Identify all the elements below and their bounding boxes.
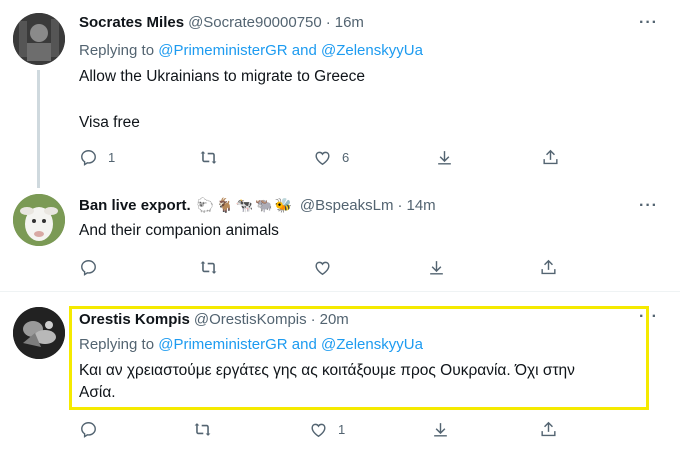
- tweet-text: And their companion animals: [79, 220, 279, 242]
- retweet-button[interactable]: [199, 258, 228, 277]
- tweet-text-line: Allow the Ukrainians to migrate to Greec…: [79, 68, 366, 85]
- avatar[interactable]: [13, 13, 65, 65]
- user-handle[interactable]: @Socrate90000750: [188, 14, 322, 31]
- tweet-text-line: And their companion animals: [79, 222, 279, 239]
- like-count: 1: [338, 422, 346, 437]
- more-icon[interactable]: ···: [639, 14, 658, 32]
- download-icon: [438, 151, 451, 165]
- thread-line: [37, 70, 40, 188]
- share-button[interactable]: [541, 148, 560, 167]
- name-emoji: 🐑 🐐 🐄 🐃 🐝: [197, 197, 292, 214]
- reply-button[interactable]: [79, 258, 108, 277]
- user-handle[interactable]: @BspeaksLm: [300, 197, 394, 214]
- buffalo-emoji-icon: 🐃: [255, 197, 273, 213]
- reply-button[interactable]: 1: [79, 148, 115, 167]
- reply-count: 1: [108, 150, 116, 165]
- share-button[interactable]: [539, 420, 558, 439]
- retweet-button[interactable]: [193, 420, 222, 439]
- like-button[interactable]: 6: [313, 148, 349, 167]
- cow-emoji-icon: 🐄: [235, 197, 254, 213]
- tweet-actions: 1: [79, 420, 559, 442]
- avatar[interactable]: [13, 194, 65, 246]
- like-icon: [315, 261, 330, 276]
- replying-to-links[interactable]: @PrimeministerGR and @ZelenskyyUa: [158, 42, 423, 59]
- timestamp[interactable]: 16m: [335, 14, 364, 31]
- reply-icon: [81, 150, 96, 166]
- bee-emoji-icon: 🐝: [274, 197, 292, 213]
- like-button[interactable]: 1: [309, 420, 345, 439]
- replying-prefix: Replying to: [79, 42, 155, 59]
- replying-to: Replying to @PrimeministerGR and @Zelens…: [79, 42, 423, 59]
- download-button[interactable]: [427, 258, 446, 277]
- download-icon: [434, 423, 447, 437]
- retweet-icon: [194, 423, 211, 436]
- separator-dot: ·: [397, 197, 403, 214]
- display-name[interactable]: Socrates Miles: [79, 14, 184, 31]
- reply-button[interactable]: [79, 420, 108, 439]
- display-name[interactable]: Ban live export.: [79, 197, 191, 214]
- highlight-box: [69, 306, 649, 410]
- tweet-header: Ban live export. 🐑 🐐 🐄 🐃 🐝 @BspeaksLm · …: [79, 197, 436, 214]
- share-button[interactable]: [539, 258, 558, 277]
- avatar[interactable]: [13, 307, 65, 359]
- retweet-icon: [200, 151, 217, 164]
- like-icon: [311, 423, 326, 438]
- download-button[interactable]: [431, 420, 450, 439]
- like-icon: [315, 151, 330, 166]
- avatar-image: [13, 307, 65, 359]
- more-icon[interactable]: ···: [639, 197, 658, 215]
- tweet-actions: [79, 258, 559, 280]
- share-icon: [541, 259, 556, 275]
- separator-dot: ·: [325, 14, 331, 31]
- avatar-image: [13, 194, 65, 246]
- tweet-text-line: Visa free: [79, 114, 140, 131]
- avatar-image: [13, 13, 65, 65]
- goat-emoji-icon: 🐐: [216, 197, 234, 213]
- download-icon: [430, 261, 443, 275]
- tweet-header: Socrates Miles @Socrate90000750 · 16m: [79, 14, 364, 31]
- reply-icon: [81, 260, 96, 276]
- retweet-button[interactable]: [199, 148, 228, 167]
- tweet-ban-live-export[interactable]: Ban live export. 🐑 🐐 🐄 🐃 🐝 @BspeaksLm · …: [0, 182, 680, 290]
- retweet-icon: [200, 261, 217, 274]
- like-count: 6: [342, 150, 350, 165]
- share-icon: [541, 421, 556, 437]
- tweet-actions: 1 6: [79, 148, 559, 170]
- reply-icon: [81, 422, 96, 438]
- tweet-socrates-miles[interactable]: Socrates Miles @Socrate90000750 · 16m ··…: [0, 0, 680, 188]
- share-icon: [543, 149, 558, 165]
- timestamp[interactable]: 14m: [407, 197, 436, 214]
- tweet-text: Allow the Ukrainians to migrate to Greec…: [79, 66, 365, 134]
- download-button[interactable]: [435, 148, 454, 167]
- sheep-emoji-icon: 🐑: [196, 197, 215, 213]
- like-button[interactable]: [313, 258, 342, 277]
